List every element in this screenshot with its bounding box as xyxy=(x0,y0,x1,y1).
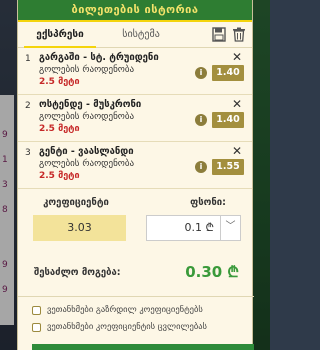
info-icon[interactable]: i xyxy=(195,67,207,79)
slip-tabs: ექსპრესი სისტემა xyxy=(18,22,252,48)
bet-market: გოლების რაოდენობა xyxy=(39,65,135,75)
divider xyxy=(18,296,254,297)
bet-row: 2 ოსტენდე - მუსკრონი გოლების რაოდენობა 2… xyxy=(18,95,252,142)
close-icon[interactable]: ✕ xyxy=(232,51,242,63)
bet-index: 3 xyxy=(25,148,31,158)
bet-row: 1 გარგაში - სტ. ტრუიდენი გოლების რაოდენო… xyxy=(18,48,252,95)
option-label: ვეთანხმები გაზრდილ კოეფიციენტებს xyxy=(47,305,203,315)
checkbox[interactable] xyxy=(32,322,41,332)
bet-teams: ოსტენდე - მუსკრონი xyxy=(39,99,142,110)
checkbox[interactable] xyxy=(32,305,41,315)
bet-row: 3 გენტი - ვაასლანდი გოლების რაოდენობა 2.… xyxy=(18,142,252,189)
close-icon[interactable]: ✕ xyxy=(232,145,242,157)
bet-market: გოლების რაოდენობა xyxy=(39,159,135,169)
odd-badge: 1.40 xyxy=(212,65,244,81)
stake-value[interactable]: 0.1 ₾ xyxy=(185,216,214,240)
slip-title: ბილეთების ისტორია xyxy=(18,0,252,22)
info-icon[interactable]: i xyxy=(195,114,207,126)
info-icon[interactable]: i xyxy=(195,161,207,173)
bet-selection: 2.5 მეტი xyxy=(39,77,80,87)
bet-teams: გენტი - ვაასლანდი xyxy=(39,146,134,157)
tab-system[interactable]: სისტემა xyxy=(104,22,178,48)
accept-odds-change-option[interactable]: ვეთანხმები კოეფიციენტის ცვლილებას xyxy=(32,322,207,332)
tab-express[interactable]: ექსპრესი xyxy=(24,22,96,48)
bet-teams: გარგაში - სტ. ტრუიდენი xyxy=(39,52,159,63)
option-label: ვეთანხმები კოეფიციენტის ცვლილებას xyxy=(47,322,207,332)
bet-index: 2 xyxy=(25,101,31,111)
stake-label: ფსონი: xyxy=(190,197,226,208)
total-coefficient: 3.03 xyxy=(33,215,126,241)
accept-increased-odds-option[interactable]: ვეთანხმები გაზრდილ კოეფიციენტებს xyxy=(32,305,203,315)
odd-badge: 1.55 xyxy=(212,159,244,175)
save-icon[interactable] xyxy=(212,27,226,42)
trash-icon[interactable] xyxy=(232,27,246,42)
close-icon[interactable]: ✕ xyxy=(232,98,242,110)
bet-selection: 2.5 მეტი xyxy=(39,171,80,181)
chevron-down-icon[interactable]: ﹀ xyxy=(220,216,240,240)
coefficient-label: კოეფიციენტი xyxy=(43,197,109,208)
bet-slip-panel: ბილეთების ისტორია ექსპრესი სისტემა 1 გარ… xyxy=(17,0,254,350)
bet-selection: 2.5 მეტი xyxy=(39,124,80,134)
odd-badge: 1.40 xyxy=(212,112,244,128)
place-bet-button[interactable] xyxy=(32,344,254,350)
bet-market: გოლების რაოდენობა xyxy=(39,112,135,122)
payout-label: შესაძლო მოგება: xyxy=(34,267,121,278)
stake-input[interactable]: 0.1 ₾ ﹀ xyxy=(146,215,241,241)
payout-value: 0.30 ₾ xyxy=(185,263,239,281)
bet-index: 1 xyxy=(25,54,31,64)
